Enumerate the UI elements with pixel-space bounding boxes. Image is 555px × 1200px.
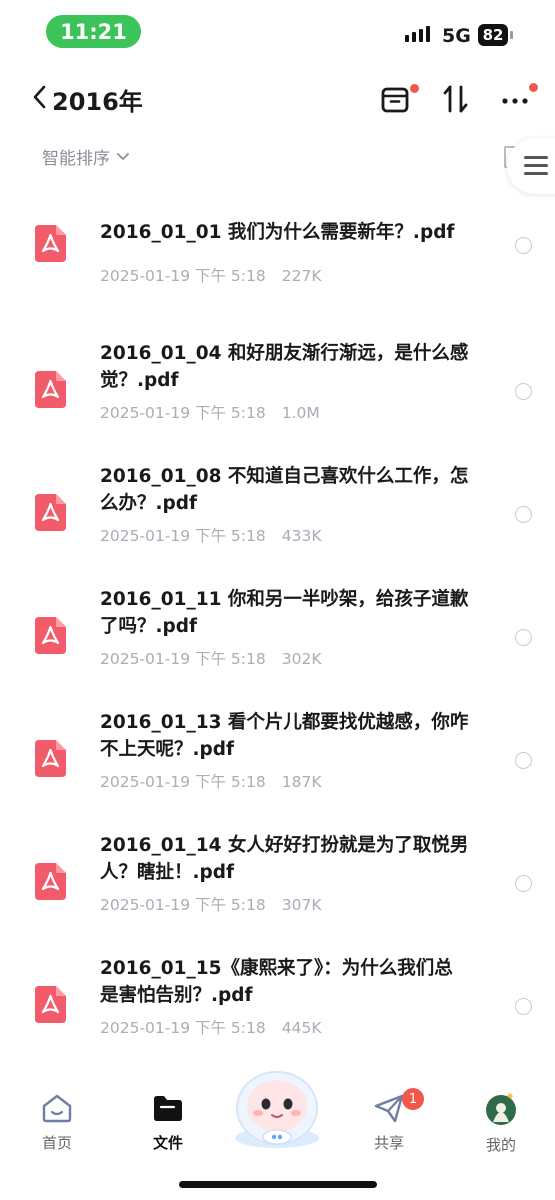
- file-list-item[interactable]: 2016_01_14 女人好好打扮就是为了取悦男人？瞎扯！.pdf 2025-01…: [0, 815, 555, 938]
- select-radio[interactable]: [515, 998, 532, 1015]
- file-date: 2025-01-19 下午 5:18: [100, 527, 266, 545]
- tab-home[interactable]: 首页: [17, 1092, 97, 1153]
- sort-order-icon[interactable]: [442, 82, 470, 116]
- more-notification-dot: [529, 83, 538, 92]
- file-date: 2025-01-19 下午 5:18: [100, 896, 266, 914]
- home-face-icon: [42, 1094, 72, 1123]
- chevron-down-icon: [117, 152, 129, 160]
- file-size: 445K: [281, 1019, 322, 1037]
- file-name: 2016_01_11 你和另一半吵架，给孩子道歉了吗？.pdf: [100, 589, 469, 637]
- back-chevron-icon[interactable]: [30, 82, 50, 112]
- file-name: 2016_01_04 和好朋友渐行渐远，是什么感觉？.pdf: [100, 343, 469, 391]
- file-list-item[interactable]: 2016_01_04 和好朋友渐行渐远，是什么感觉？.pdf 2025-01-19…: [0, 323, 555, 446]
- status-bar: 11:21 5G 82: [0, 0, 555, 62]
- select-radio[interactable]: [515, 629, 532, 646]
- battery-icon: 82: [478, 24, 508, 46]
- pdf-file-icon: [35, 863, 66, 900]
- file-list: 2016_01_01 我们为什么需要新年？.pdf 2025-01-19 下午 5…: [0, 200, 555, 1078]
- tab-files-label: 文件: [152, 1134, 183, 1152]
- file-meta: 2025-01-19 下午 5:18 187K: [100, 770, 322, 792]
- file-date: 2025-01-19 下午 5:18: [100, 650, 266, 668]
- network-label: 5G: [442, 25, 471, 47]
- file-size: 187K: [281, 773, 322, 791]
- status-time: 11:21: [46, 15, 141, 48]
- select-radio[interactable]: [515, 237, 532, 254]
- tab-share-label: 共享: [373, 1134, 404, 1152]
- file-meta: 2025-01-19 下午 5:18 445K: [100, 1016, 322, 1038]
- sort-dropdown[interactable]: 智能排序: [42, 144, 130, 169]
- file-size: 227K: [281, 267, 322, 285]
- signal-icon: [405, 26, 430, 42]
- nav-bar: 2016年: [0, 78, 555, 122]
- file-list-item[interactable]: 2016_01_11 你和另一半吵架，给孩子道歉了吗？.pdf 2025-01-1…: [0, 569, 555, 692]
- file-size: 433K: [281, 527, 322, 545]
- archive-button[interactable]: [380, 82, 419, 120]
- file-date: 2025-01-19 下午 5:18: [100, 773, 266, 791]
- file-name: 2016_01_08 不知道自己喜欢什么工作，怎么办？.pdf: [100, 466, 469, 514]
- file-list-item[interactable]: 2016_01_13 看个片儿都要找优越感，你咋不上天呢？.pdf 2025-01…: [0, 692, 555, 815]
- tab-mine-label: 我的: [485, 1136, 516, 1154]
- archive-notification-dot: [410, 84, 419, 93]
- file-meta: 2025-01-19 下午 5:18 1.0M: [100, 401, 320, 423]
- avatar: [486, 1093, 516, 1125]
- file-name: 2016_01_01 我们为什么需要新年？.pdf: [100, 222, 455, 243]
- tab-files[interactable]: 文件: [128, 1092, 208, 1153]
- select-radio[interactable]: [515, 875, 532, 892]
- tab-mine[interactable]: 我的: [461, 1092, 541, 1155]
- paper-plane-icon: [374, 1094, 404, 1123]
- more-button[interactable]: [500, 82, 538, 120]
- file-date: 2025-01-19 下午 5:18: [100, 267, 266, 285]
- pdf-file-icon: [35, 617, 66, 654]
- home-indicator: [179, 1181, 377, 1188]
- select-radio[interactable]: [515, 752, 532, 769]
- file-name: 2016_01_14 女人好好打扮就是为了取悦男人？瞎扯！.pdf: [100, 835, 469, 883]
- pdf-file-icon: [35, 986, 66, 1023]
- pdf-file-icon: [35, 494, 66, 531]
- file-list-item[interactable]: 2016_01_01 我们为什么需要新年？.pdf 2025-01-19 下午 5…: [0, 200, 555, 323]
- assistant-mascot-icon: [235, 1071, 319, 1148]
- pdf-file-icon: [35, 371, 66, 408]
- file-meta: 2025-01-19 下午 5:18 433K: [100, 524, 322, 546]
- archive-icon: [381, 87, 409, 113]
- tab-home-label: 首页: [41, 1134, 72, 1152]
- select-radio[interactable]: [515, 383, 532, 400]
- pdf-file-icon: [35, 225, 66, 262]
- file-date: 2025-01-19 下午 5:18: [100, 1019, 266, 1037]
- sort-label: 智能排序: [42, 149, 110, 169]
- file-date: 2025-01-19 下午 5:18: [100, 404, 266, 422]
- folder-icon: [154, 1096, 182, 1121]
- file-size: 307K: [281, 896, 322, 914]
- file-meta: 2025-01-19 下午 5:18 227K: [100, 264, 322, 286]
- file-size: 1.0M: [281, 404, 320, 422]
- file-list-item[interactable]: 2016_01_15《康熙来了》：为什么我们总是害怕告别？.pdf 2025-01…: [0, 938, 555, 1061]
- battery-level: 82: [482, 26, 504, 44]
- file-meta: 2025-01-19 下午 5:18 307K: [100, 893, 322, 915]
- file-name: 2016_01_13 看个片儿都要找优越感，你咋不上天呢？.pdf: [100, 712, 469, 760]
- side-menu-tab[interactable]: [507, 138, 555, 194]
- file-list-item[interactable]: 2016_01_08 不知道自己喜欢什么工作，怎么办？.pdf 2025-01-1…: [0, 446, 555, 569]
- assistant-mascot[interactable]: [225, 1060, 329, 1152]
- file-size: 302K: [281, 650, 322, 668]
- share-badge: 1: [402, 1088, 424, 1110]
- pdf-file-icon: [35, 740, 66, 777]
- battery-tip: [510, 31, 513, 39]
- file-name: 2016_01_15《康熙来了》：为什么我们总是害怕告别？.pdf: [100, 958, 453, 1006]
- file-meta: 2025-01-19 下午 5:18 302K: [100, 647, 322, 669]
- select-radio[interactable]: [515, 506, 532, 523]
- page-title: 2016年: [52, 88, 143, 116]
- more-dots-icon: [502, 98, 528, 104]
